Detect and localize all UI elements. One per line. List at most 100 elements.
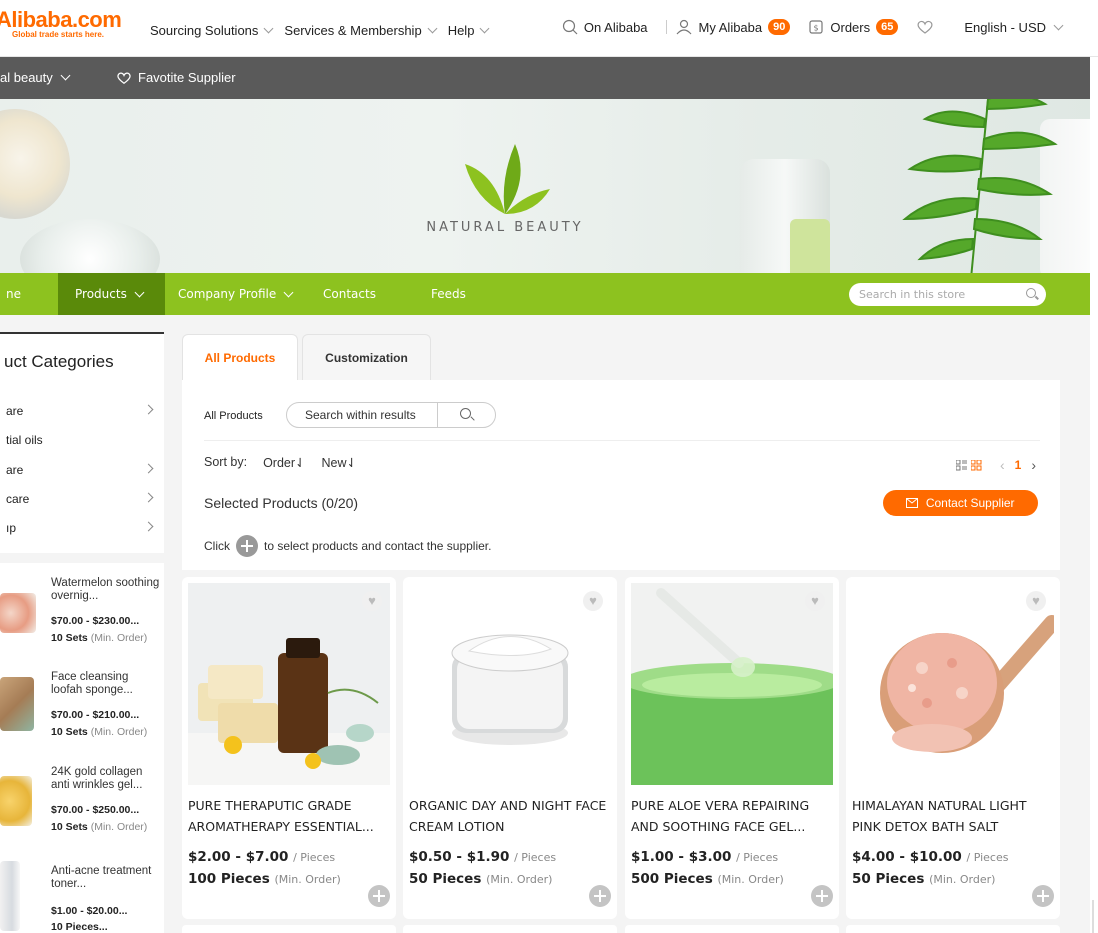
prev-page-icon[interactable]: ‹ — [1000, 457, 1005, 473]
search-within-results-input[interactable]: Search within results — [286, 402, 496, 428]
chevron-down-icon — [479, 23, 490, 34]
product-card[interactable]: ♥ ORGANIC DAY AND NIGHT FACE CREAM LOTIO… — [403, 577, 617, 919]
scrollbar[interactable] — [1092, 900, 1094, 933]
side-product-item[interactable]: 24K gold collagen anti wrinkles gel... $… — [0, 758, 164, 853]
chevron-down-icon — [427, 23, 438, 34]
fern-leaf-image — [902, 99, 1058, 273]
store-name-dropdown[interactable]: al beauty — [0, 70, 71, 85]
nav-sourcing-solutions[interactable]: Sourcing Solutions — [150, 23, 274, 38]
product-image — [852, 583, 1054, 785]
add-circle-icon — [236, 535, 258, 557]
next-row-card — [625, 925, 839, 933]
product-card[interactable]: ♥ HIMALAYAN NATURAL LIGHT PINK DETOX BAT… — [846, 577, 1060, 919]
chevron-down-icon — [60, 70, 71, 81]
store-subbar: al beauty Favotite Supplier — [0, 57, 1098, 99]
on-alibaba-search[interactable]: On Alibaba — [562, 19, 648, 35]
sort-order-button[interactable]: Order⇃ — [263, 455, 305, 470]
add-product-button[interactable] — [1032, 885, 1054, 907]
current-page: 1 — [1014, 458, 1022, 472]
user-icon — [676, 19, 691, 35]
next-row-card — [403, 925, 617, 933]
mail-icon — [906, 498, 919, 508]
product-card[interactable]: ♥ PURE ALOE VERA REPAIRING AND SOOTHING … — [625, 577, 839, 919]
heart-icon[interactable] — [916, 19, 934, 35]
product-price: $4.00 - $10.00 / Pieces — [852, 849, 1009, 865]
add-product-button[interactable] — [589, 885, 611, 907]
nav-services-membership[interactable]: Services & Membership — [284, 23, 438, 38]
banner-cream-jar-image — [0, 109, 70, 219]
favorite-heart-icon[interactable]: ♥ — [583, 591, 603, 611]
product-moq: 50 Pieces (Min. Order) — [852, 871, 996, 887]
category-item[interactable]: are — [6, 404, 156, 418]
product-thumbnail — [0, 861, 20, 931]
product-name[interactable]: PURE THERAPUTIC GRADE AROMATHERAPY ESSEN… — [188, 795, 388, 837]
favorite-heart-icon[interactable]: ♥ — [362, 591, 382, 611]
select-instruction: Click to select products and contact the… — [204, 535, 491, 557]
divider — [665, 20, 667, 34]
store-nav-contacts[interactable]: Contacts — [323, 273, 376, 315]
side-product-item[interactable]: Anti-acne treatment toner... $1.00 - $20… — [0, 851, 164, 933]
product-moq: 50 Pieces (Min. Order) — [409, 871, 553, 887]
next-row-card — [182, 925, 396, 933]
product-thumbnail — [0, 593, 36, 633]
tab-customization[interactable]: Customization — [302, 334, 431, 380]
store-nav-home[interactable]: ne — [0, 273, 21, 315]
logo-text: Alibaba.com — [0, 7, 122, 32]
store-nav-feeds[interactable]: Feeds — [431, 273, 466, 315]
orders-link[interactable]: $ Orders 65 — [808, 19, 899, 35]
chevron-right-icon — [143, 463, 154, 474]
pagination: ‹ 1 › — [955, 457, 1036, 473]
favorite-heart-icon[interactable]: ♥ — [1026, 591, 1046, 611]
side-product-item[interactable]: Face cleansing loofah sponge... $70.00 -… — [0, 663, 164, 758]
chevron-right-icon — [143, 521, 154, 532]
banner-glass-jar-image — [20, 219, 160, 273]
svg-text:$: $ — [814, 24, 819, 33]
add-product-button[interactable] — [368, 885, 390, 907]
top-header: Alibaba.com Global trade starts here. So… — [0, 0, 1098, 57]
banner-green-bottle-image — [790, 219, 830, 273]
sort-new-button[interactable]: New⇃ — [322, 455, 357, 470]
top-right-actions: On Alibaba My Alibaba 90 $ Orders 65 Eng… — [562, 19, 1064, 35]
sort-controls: Sort by: Order⇃ New⇃ — [204, 455, 357, 470]
side-product-item[interactable]: Watermelon soothing overnig... $70.00 - … — [0, 569, 164, 664]
nav-help[interactable]: Help — [448, 23, 490, 38]
chevron-right-icon — [143, 492, 154, 503]
language-currency-select[interactable]: English - USD — [964, 20, 1064, 35]
next-page-icon[interactable]: › — [1031, 457, 1036, 473]
product-name[interactable]: HIMALAYAN NATURAL LIGHT PINK DETOX BATH … — [852, 795, 1052, 837]
tab-all-products[interactable]: All Products — [182, 334, 298, 380]
contact-supplier-button[interactable]: Contact Supplier — [883, 490, 1038, 516]
store-search-input[interactable]: Search in this store — [849, 283, 1046, 306]
top-nav: Sourcing Solutions Services & Membership… — [150, 23, 490, 38]
store-nav-company-profile[interactable]: Company Profile — [178, 273, 294, 315]
store-banner: NATURAL BEAUTY — [0, 99, 1098, 273]
chevron-down-icon — [1053, 20, 1064, 30]
favorite-supplier-button[interactable]: Favotite Supplier — [116, 70, 236, 85]
chevron-right-icon — [143, 404, 154, 415]
product-name[interactable]: ORGANIC DAY AND NIGHT FACE CREAM LOTION — [409, 795, 609, 837]
alibaba-logo[interactable]: Alibaba.com Global trade starts here. — [0, 7, 140, 40]
add-product-button[interactable] — [811, 885, 833, 907]
my-alibaba-link[interactable]: My Alibaba 90 — [675, 19, 791, 35]
divider — [437, 403, 438, 427]
grid-view-icon[interactable] — [970, 459, 982, 471]
product-name[interactable]: PURE ALOE VERA REPAIRING AND SOOTHING FA… — [631, 795, 831, 837]
list-view-icon[interactable] — [955, 459, 967, 471]
store-nav-products[interactable]: Products — [58, 273, 165, 315]
product-image — [631, 583, 833, 785]
category-item[interactable]: care — [6, 492, 156, 506]
store-nav: ne Products Company Profile Contacts Fee… — [0, 273, 1098, 315]
search-icon[interactable] — [460, 408, 471, 419]
heart-icon — [117, 72, 131, 84]
side-product-list: Watermelon soothing overnig... $70.00 - … — [0, 563, 164, 933]
category-item[interactable]: are — [6, 463, 156, 477]
divider — [204, 440, 1040, 441]
product-card[interactable]: ♥ PURE THERAPUTIC GRADE AROMATHERAPY ESS… — [182, 577, 396, 919]
search-icon[interactable] — [1026, 288, 1036, 298]
filter-label: All Products — [204, 410, 263, 422]
product-categories-panel: uct Categories are tial oils are care ıp — [0, 332, 164, 553]
category-item[interactable]: tial oils — [6, 433, 156, 447]
category-item[interactable]: ıp — [6, 521, 156, 535]
favorite-heart-icon[interactable]: ♥ — [805, 591, 825, 611]
window-edge — [1090, 57, 1098, 933]
